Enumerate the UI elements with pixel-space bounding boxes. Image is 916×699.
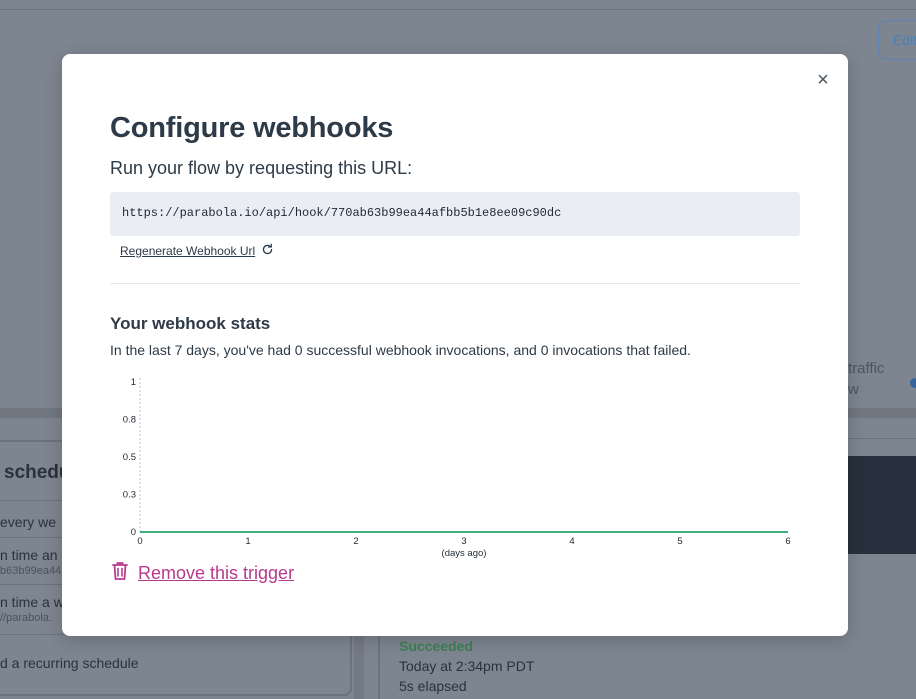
schedule-option[interactable]: every we [0, 514, 56, 530]
remove-trigger-label: Remove this trigger [138, 563, 295, 583]
configure-webhooks-modal: × Configure webhooks Run your flow by re… [62, 54, 848, 636]
modal-divider [110, 283, 800, 284]
x-tick-label: 6 [785, 536, 790, 547]
y-tick-label: 0.8 [123, 415, 136, 426]
run-status: Succeeded [399, 638, 473, 654]
top-bar [0, 0, 916, 10]
modal-subtitle: Run your flow by requesting this URL: [110, 158, 413, 178]
stats-title: Your webhook stats [110, 314, 271, 333]
traffic-label: traffic w [848, 360, 884, 398]
x-tick-label: 0 [137, 536, 142, 547]
add-recurring-schedule[interactable]: d a recurring schedule [0, 655, 139, 671]
trash-icon [110, 560, 130, 587]
right-divider [848, 438, 916, 439]
y-tick-label: 1 [131, 377, 136, 388]
x-tick-label: 1 [245, 536, 250, 547]
remove-trigger-button[interactable]: Remove this trigger [110, 560, 294, 587]
refresh-icon [261, 243, 274, 258]
webhook-url-field[interactable]: https://parabola.io/api/hook/770ab63b99e… [110, 192, 800, 236]
traffic-line-1: traffic [848, 360, 885, 377]
regenerate-webhook-link[interactable]: Regenerate Webhook Url [120, 243, 274, 258]
edit-button[interactable]: Edit [878, 20, 916, 60]
modal-title: Configure webhooks [110, 112, 394, 144]
x-axis-label: (days ago) [442, 548, 487, 559]
regenerate-label: Regenerate Webhook Url [120, 243, 256, 258]
close-icon[interactable]: × [813, 70, 833, 90]
schedule-title: schedu [4, 462, 71, 483]
x-tick-label: 3 [461, 536, 466, 547]
schedule-option-sub: //parabola. [0, 612, 52, 624]
x-tick-label: 2 [353, 536, 358, 547]
y-tick-label: 0.5 [123, 452, 136, 463]
webhook-stats-chart: 0 0.3 0.5 0.8 1 0 1 2 3 4 5 6 (days ago) [123, 377, 791, 559]
schedule-option-sub: b63b99ea44 [0, 565, 62, 577]
run-time: Today at 2:34pm PDT [399, 658, 535, 674]
slider-handle[interactable] [910, 378, 916, 388]
dark-card [848, 456, 916, 554]
y-tick-label: 0.3 [123, 490, 136, 501]
stats-description: In the last 7 days, you've had 0 success… [110, 342, 691, 358]
schedule-option[interactable]: n time a w [0, 594, 64, 610]
x-tick-label: 5 [677, 536, 682, 547]
x-tick-label: 4 [569, 536, 574, 547]
y-tick-label: 0 [131, 527, 136, 538]
traffic-line-2: w [848, 381, 859, 398]
run-elapsed: 5s elapsed [399, 678, 467, 694]
schedule-option[interactable]: n time an [0, 547, 58, 563]
